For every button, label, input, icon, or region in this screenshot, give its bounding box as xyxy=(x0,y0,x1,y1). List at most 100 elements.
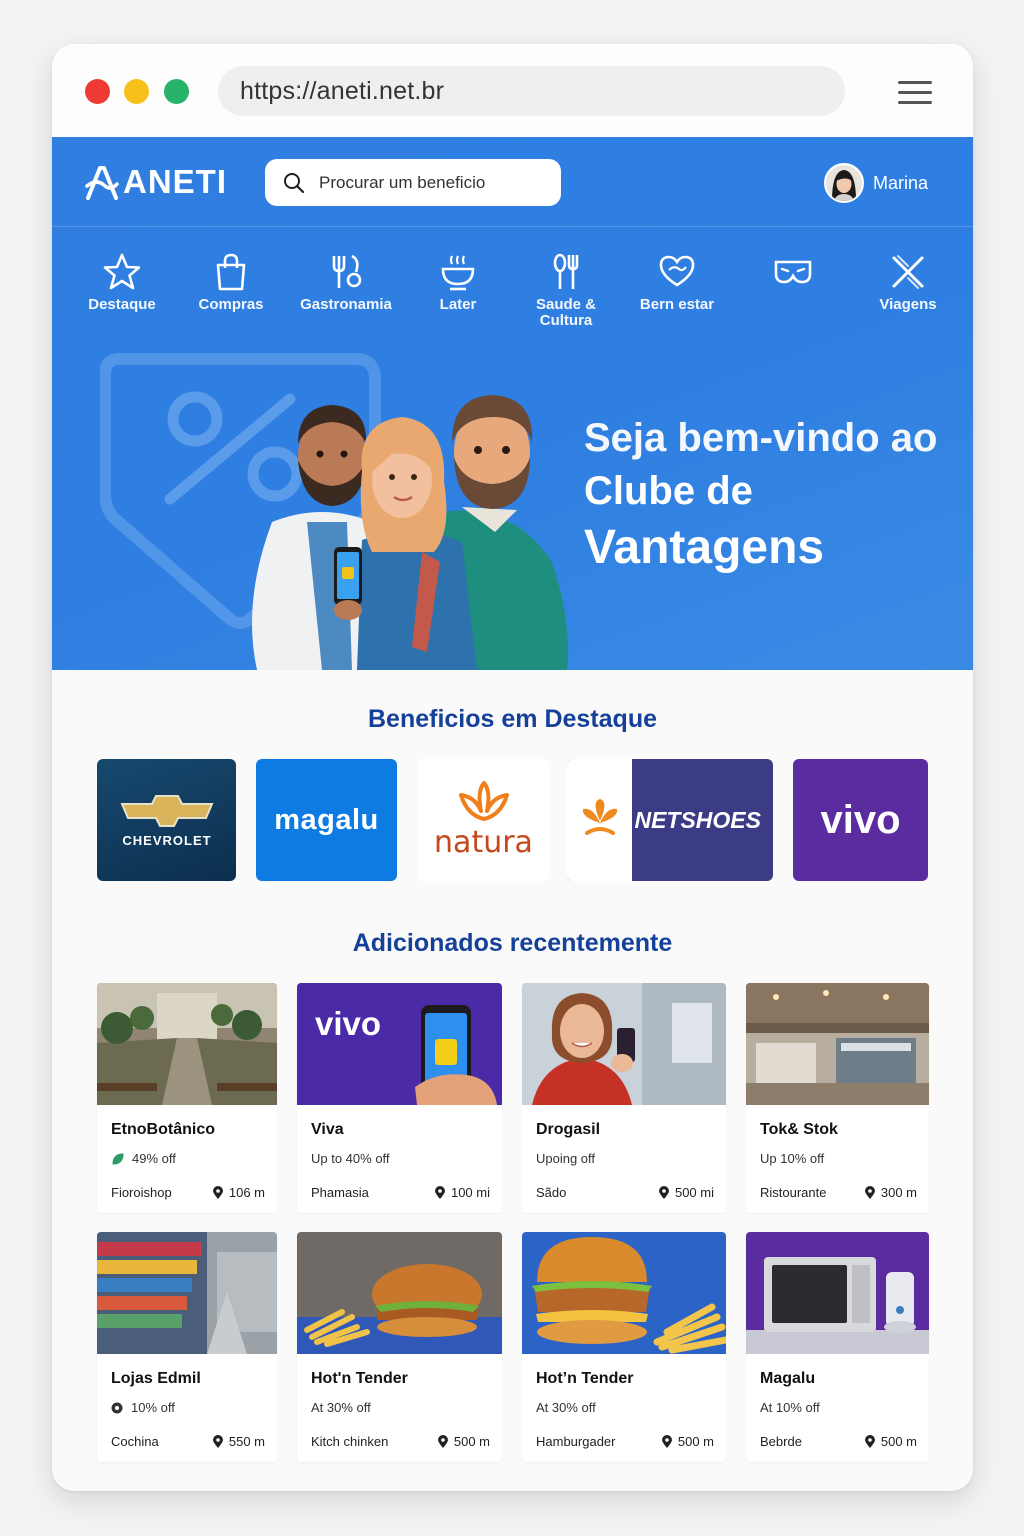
category-bar: Destaque Compras Gastronamia Later Saude… xyxy=(52,252,973,342)
category-later[interactable]: Later xyxy=(403,252,513,313)
card-category: Cochina xyxy=(111,1434,159,1449)
spoon-fork-icon xyxy=(553,253,579,289)
card-image-woman-phone xyxy=(522,983,726,1105)
search-icon xyxy=(284,172,305,193)
card-title: Drogasil xyxy=(536,1121,601,1138)
bowl-icon xyxy=(441,255,475,291)
hero-line-2: Clube de xyxy=(584,469,753,513)
people-illustration xyxy=(252,395,568,670)
card-discount: Up to 40% off xyxy=(311,1151,390,1166)
brand-chevrolet[interactable]: CHEVROLET xyxy=(97,759,236,881)
card-distance: 300 m xyxy=(864,1185,917,1200)
card-distance: 500 m xyxy=(661,1434,714,1449)
brand-vivo[interactable]: vivo xyxy=(793,759,928,881)
category-compras[interactable]: Compras xyxy=(176,252,286,313)
card-discount: At 30% off xyxy=(536,1400,596,1415)
hamburger-menu-icon[interactable] xyxy=(898,81,932,105)
card-image-chicken-burger xyxy=(297,1232,502,1354)
netshoes-flower-panel xyxy=(567,759,632,881)
site-header: ANETI Mari xyxy=(52,137,973,227)
card-image-microwave xyxy=(746,1232,929,1354)
location-pin-icon xyxy=(864,1186,875,1199)
user-name: Marina xyxy=(873,172,929,193)
card-title: Tok& Stok xyxy=(760,1121,838,1138)
maximize-window-button[interactable] xyxy=(164,79,189,104)
shopping-bag-icon xyxy=(216,253,246,291)
card-image-burger-fries xyxy=(522,1232,726,1354)
cutlery-icon xyxy=(332,254,362,288)
chevrolet-logo: CHEVROLET xyxy=(119,795,214,848)
address-bar[interactable]: https://aneti.net.br xyxy=(218,66,845,116)
card-discount: 49% off xyxy=(111,1151,176,1166)
featured-section-title: Beneficios em Destaque xyxy=(368,705,657,733)
recent-section-title: Adicionados recentemente xyxy=(352,929,673,957)
tag-icon xyxy=(111,1402,123,1413)
aneti-logo[interactable]: ANETI xyxy=(85,163,227,200)
card-distance: 500 m xyxy=(864,1434,917,1449)
search-box[interactable] xyxy=(265,159,561,206)
category-destaque[interactable]: Destaque xyxy=(67,252,177,313)
natura-label: natura xyxy=(434,824,533,860)
brand-magalu[interactable]: magalu xyxy=(256,759,397,881)
logo-text: ANETI xyxy=(123,163,227,200)
user-menu[interactable]: Marina xyxy=(824,161,928,205)
aneti-logo-icon xyxy=(85,166,119,200)
magalu-label: magalu xyxy=(274,803,379,836)
mask-icon xyxy=(774,260,812,284)
category-gastronamia[interactable]: Gastronamia xyxy=(291,252,401,313)
hero-section: ANETI Mari xyxy=(52,137,973,670)
star-icon xyxy=(103,253,141,290)
location-pin-icon xyxy=(212,1186,223,1199)
benefit-card[interactable]: Magalu At 10% off Bebrde 500 m xyxy=(746,1232,929,1462)
location-pin-icon xyxy=(661,1435,672,1448)
chevrolet-label: CHEVROLET xyxy=(122,833,211,848)
benefit-card[interactable]: Tok& Stok Up 10% off Ristourante 300 m xyxy=(746,983,929,1213)
flower-icon xyxy=(582,799,617,835)
brand-netshoes[interactable]: NETSHOES xyxy=(567,759,773,881)
benefit-card[interactable]: EtnoBotânico 49% off Fioroishop 106 m xyxy=(97,983,277,1213)
card-image-vivo-phone: vivo xyxy=(297,983,502,1105)
benefit-card[interactable]: Lojas Edmil 10% off Cochina 550 m xyxy=(97,1232,277,1462)
card-distance: 500 m xyxy=(437,1434,490,1449)
benefit-card[interactable]: Hot’n Tender At 30% off Hamburgader 500 … xyxy=(522,1232,726,1462)
netshoes-label: NETSHOES xyxy=(634,806,761,833)
leaf-icon xyxy=(112,1152,124,1165)
card-discount: At 10% off xyxy=(760,1400,820,1415)
benefit-card[interactable]: Hot'n Tender At 30% off Kitch chinken 50… xyxy=(297,1232,502,1462)
card-distance: 106 m xyxy=(212,1185,265,1200)
card-distance: 100 mi xyxy=(434,1185,490,1200)
card-title: Hot’n Tender xyxy=(536,1370,634,1387)
location-pin-icon xyxy=(437,1435,448,1448)
card-distance: 550 m xyxy=(212,1434,265,1449)
card-title: Lojas Edmil xyxy=(111,1370,201,1387)
card-distance: 500 mi xyxy=(658,1185,714,1200)
close-window-button[interactable] xyxy=(85,79,110,104)
location-pin-icon xyxy=(212,1435,223,1448)
location-pin-icon xyxy=(864,1435,875,1448)
card-discount: Up 10% off xyxy=(760,1151,825,1166)
hero-line-3: Vantagens xyxy=(584,521,825,574)
category-mask[interactable] xyxy=(738,252,848,297)
category-viagens[interactable]: Viagens xyxy=(853,252,963,313)
brand-natura[interactable]: natura xyxy=(418,759,549,881)
natura-logo-icon xyxy=(458,780,509,821)
category-bem-estar[interactable]: Bern estar xyxy=(622,252,732,313)
card-image-store-interior xyxy=(746,983,929,1105)
card-title: Viva xyxy=(311,1121,344,1138)
card-category: Sãdo xyxy=(536,1185,567,1200)
card-image-store-shelves xyxy=(97,1232,277,1354)
minimize-window-button[interactable] xyxy=(124,79,149,104)
vivo-card-label: vivo xyxy=(315,1005,382,1042)
hero-line-1: Seja bem-vindo ao xyxy=(584,416,938,460)
category-saude-cultura[interactable]: Saude & Cultura xyxy=(511,252,621,329)
heart-icon xyxy=(659,255,695,287)
vivo-label: vivo xyxy=(820,797,901,842)
benefit-card[interactable]: Drogasil Upoing off Sãdo 500 mi xyxy=(522,983,726,1213)
card-category: Kitch chinken xyxy=(311,1434,389,1449)
browser-chrome: https://aneti.net.br xyxy=(52,44,973,137)
card-category: Phamasia xyxy=(311,1185,369,1200)
search-input[interactable] xyxy=(319,172,539,193)
benefit-card[interactable]: vivo Viva Up to 40% off Phamasia 100 mi xyxy=(297,983,502,1213)
card-discount: At 30% off xyxy=(311,1400,371,1415)
location-pin-icon xyxy=(658,1186,669,1199)
